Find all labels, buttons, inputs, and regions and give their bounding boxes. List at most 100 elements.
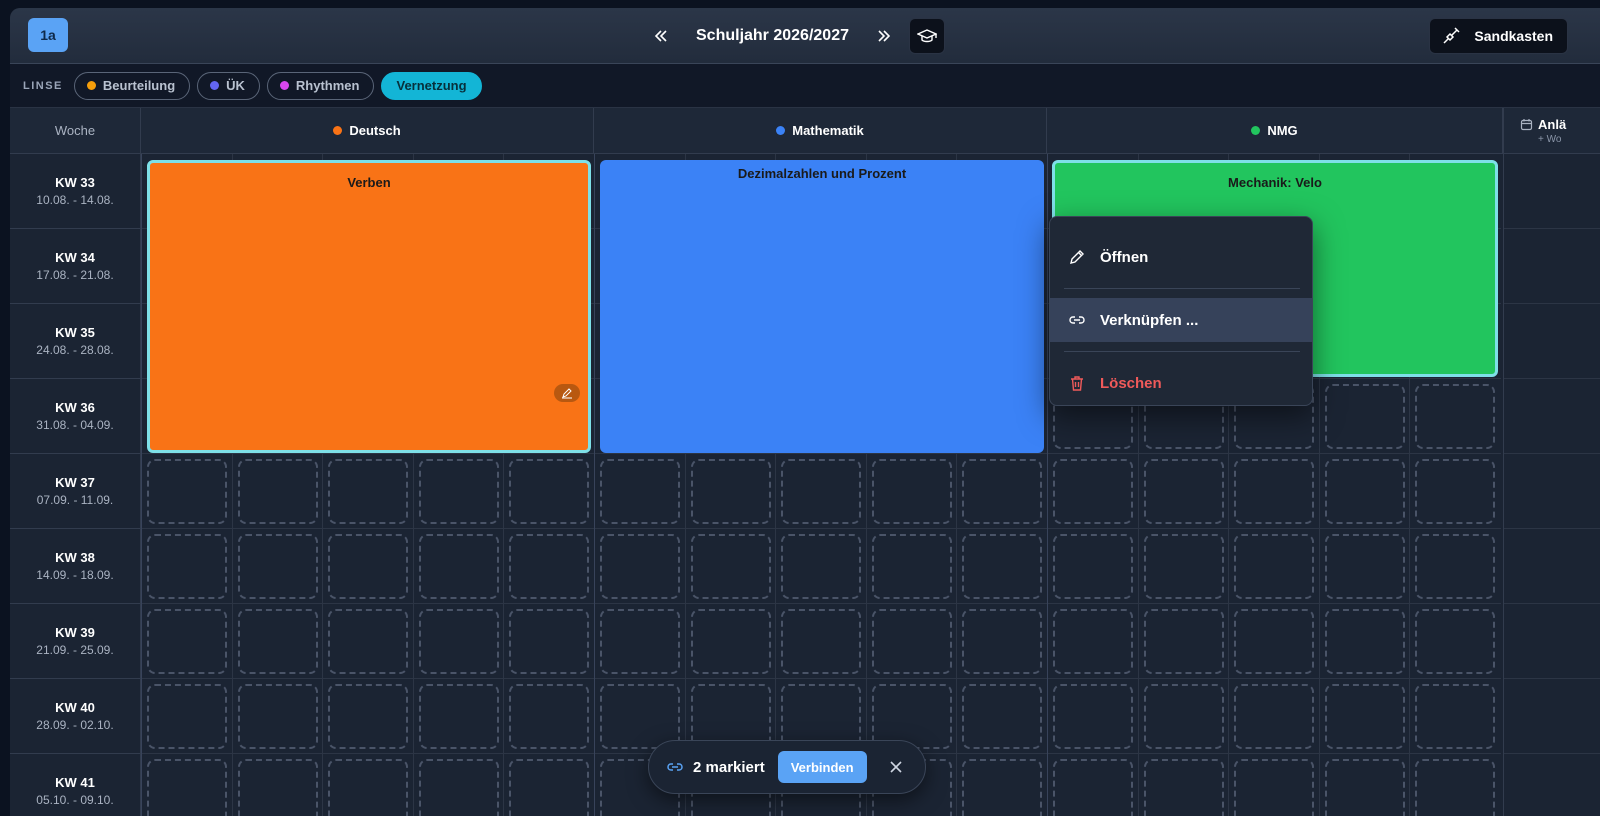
close-icon[interactable] [884, 755, 908, 779]
empty-slot[interactable] [1415, 759, 1495, 816]
empty-slot[interactable] [1053, 459, 1133, 524]
subject-header-deutsch[interactable]: Deutsch [141, 108, 594, 154]
subject-header-nmg[interactable]: NMG [1047, 108, 1503, 154]
empty-slot[interactable] [962, 609, 1042, 674]
empty-slot[interactable] [1415, 534, 1495, 599]
empty-slot[interactable] [600, 459, 680, 524]
empty-slot[interactable] [872, 534, 952, 599]
empty-slot[interactable] [1415, 384, 1495, 449]
empty-slot[interactable] [1234, 459, 1314, 524]
empty-slot[interactable] [509, 534, 589, 599]
empty-slot[interactable] [1325, 459, 1405, 524]
empty-slot[interactable] [419, 684, 499, 749]
class-badge[interactable]: 1a [28, 18, 68, 52]
empty-slot[interactable] [1053, 609, 1133, 674]
anlaesse-cell[interactable] [1504, 454, 1600, 529]
empty-slot[interactable] [1234, 534, 1314, 599]
previous-year-icon[interactable] [650, 25, 672, 47]
empty-slot[interactable] [691, 459, 771, 524]
empty-slot[interactable] [1234, 684, 1314, 749]
empty-slot[interactable] [328, 459, 408, 524]
empty-slot[interactable] [238, 459, 318, 524]
empty-slot[interactable] [1234, 609, 1314, 674]
edit-icon[interactable] [554, 384, 580, 402]
empty-slot[interactable] [600, 609, 680, 674]
empty-slot[interactable] [238, 609, 318, 674]
menu-item-open[interactable]: Öffnen [1050, 235, 1312, 279]
lens-pill-uek[interactable]: ÜK [197, 71, 260, 100]
empty-slot[interactable] [691, 534, 771, 599]
empty-slot[interactable] [962, 459, 1042, 524]
anlaesse-cell[interactable] [1504, 754, 1600, 816]
empty-slot[interactable] [147, 459, 227, 524]
empty-slot[interactable] [238, 759, 318, 816]
lens-pill-beurteilung[interactable]: Beurteilung [73, 71, 191, 100]
empty-slot[interactable] [328, 759, 408, 816]
empty-slot[interactable] [962, 759, 1042, 816]
graduation-cap-button[interactable] [908, 18, 945, 54]
lens-pill-rhythmen[interactable]: Rhythmen [266, 71, 375, 100]
anlaesse-cell[interactable] [1504, 379, 1600, 454]
anlaesse-cell[interactable] [1504, 154, 1600, 229]
empty-slot[interactable] [147, 684, 227, 749]
empty-slot[interactable] [1415, 609, 1495, 674]
empty-slot[interactable] [509, 609, 589, 674]
subject-header-mathematik[interactable]: Mathematik [594, 108, 1047, 154]
anlaesse-cell[interactable] [1504, 529, 1600, 604]
empty-slot[interactable] [962, 684, 1042, 749]
anlaesse-cell[interactable] [1504, 229, 1600, 304]
empty-slot[interactable] [872, 609, 952, 674]
menu-item-link[interactable]: Verknüpfen ... [1050, 298, 1312, 342]
empty-slot[interactable] [147, 609, 227, 674]
empty-slot[interactable] [1415, 459, 1495, 524]
empty-slot[interactable] [238, 684, 318, 749]
empty-slot[interactable] [1053, 684, 1133, 749]
sandbox-button[interactable]: Sandkasten [1429, 18, 1568, 54]
empty-slot[interactable] [1325, 534, 1405, 599]
empty-slot[interactable] [147, 759, 227, 816]
empty-slot[interactable] [328, 609, 408, 674]
empty-slot[interactable] [419, 534, 499, 599]
empty-slot[interactable] [781, 534, 861, 599]
add-week-link[interactable]: + Wo [1538, 134, 1600, 145]
empty-slot[interactable] [328, 684, 408, 749]
anlaesse-header[interactable]: Anlä + Wo [1504, 108, 1600, 154]
empty-slot[interactable] [1325, 684, 1405, 749]
anlaesse-cell[interactable] [1504, 304, 1600, 379]
empty-slot[interactable] [509, 684, 589, 749]
connect-button[interactable]: Verbinden [777, 751, 867, 783]
lens-pill-vernetzung[interactable]: Vernetzung [381, 71, 482, 100]
empty-slot[interactable] [1144, 759, 1224, 816]
empty-slot[interactable] [781, 459, 861, 524]
empty-slot[interactable] [1325, 384, 1405, 449]
empty-slot[interactable] [419, 459, 499, 524]
anlaesse-cell[interactable] [1504, 604, 1600, 679]
empty-slot[interactable] [1144, 534, 1224, 599]
unit-block-dezimalzahlen[interactable]: Dezimalzahlen und Prozent [600, 160, 1044, 453]
empty-slot[interactable] [691, 609, 771, 674]
next-year-icon[interactable] [873, 25, 895, 47]
empty-slot[interactable] [419, 609, 499, 674]
empty-slot[interactable] [1234, 759, 1314, 816]
unit-block-verben[interactable]: Verben [147, 160, 591, 453]
empty-slot[interactable] [147, 534, 227, 599]
empty-slot[interactable] [600, 684, 680, 749]
empty-slot[interactable] [1053, 759, 1133, 816]
empty-slot[interactable] [1325, 609, 1405, 674]
empty-slot[interactable] [509, 759, 589, 816]
empty-slot[interactable] [1415, 684, 1495, 749]
empty-slot[interactable] [781, 609, 861, 674]
menu-item-delete[interactable]: Löschen [1050, 361, 1312, 405]
empty-slot[interactable] [1325, 759, 1405, 816]
empty-slot[interactable] [1144, 609, 1224, 674]
empty-slot[interactable] [962, 534, 1042, 599]
empty-slot[interactable] [1053, 534, 1133, 599]
empty-slot[interactable] [509, 459, 589, 524]
empty-slot[interactable] [328, 534, 408, 599]
empty-slot[interactable] [872, 459, 952, 524]
anlaesse-cell[interactable] [1504, 679, 1600, 754]
empty-slot[interactable] [1144, 684, 1224, 749]
empty-slot[interactable] [238, 534, 318, 599]
empty-slot[interactable] [600, 534, 680, 599]
empty-slot[interactable] [1144, 459, 1224, 524]
